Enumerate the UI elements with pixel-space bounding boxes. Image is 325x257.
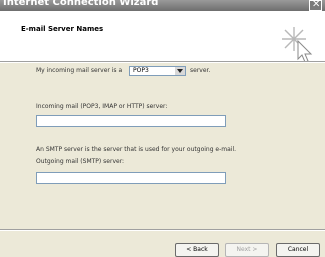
header-divider-highlight bbox=[0, 62, 325, 63]
dropdown-button[interactable] bbox=[175, 67, 185, 75]
outgoing-server-label: Outgoing mail (SMTP) server: bbox=[36, 158, 125, 165]
incoming-server-label: Incoming mail (POP3, IMAP or HTTP) serve… bbox=[36, 103, 168, 110]
cancel-button[interactable]: Cancel bbox=[276, 243, 320, 257]
back-button[interactable]: < Back bbox=[175, 243, 219, 257]
wizard-sparkle-cursor-icon bbox=[282, 27, 313, 63]
incoming-server-field[interactable] bbox=[36, 115, 226, 127]
chevron-down-icon bbox=[177, 69, 183, 73]
outgoing-server-field[interactable] bbox=[36, 172, 226, 184]
next-button[interactable]: Next > bbox=[225, 243, 269, 257]
footer-divider-highlight bbox=[0, 230, 325, 231]
wizard-header: E-mail Server Names bbox=[0, 11, 325, 63]
smtp-note: An SMTP server is the server that is use… bbox=[36, 146, 237, 153]
incoming-type-label: My incoming mail server is a bbox=[36, 67, 123, 74]
title-bar: Internet Connection Wizard ✕ bbox=[0, 0, 325, 11]
window-title: Internet Connection Wizard bbox=[3, 0, 159, 8]
close-icon: ✕ bbox=[312, 0, 321, 10]
wizard-window: Internet Connection Wizard ✕ E-mail Serv… bbox=[0, 0, 325, 257]
incoming-server-type-select[interactable]: POP3 bbox=[129, 66, 186, 76]
incoming-server-type-value: POP3 bbox=[133, 67, 149, 74]
page-title: E-mail Server Names bbox=[21, 25, 104, 33]
close-button[interactable]: ✕ bbox=[309, 0, 322, 11]
incoming-type-suffix: server. bbox=[190, 67, 211, 74]
